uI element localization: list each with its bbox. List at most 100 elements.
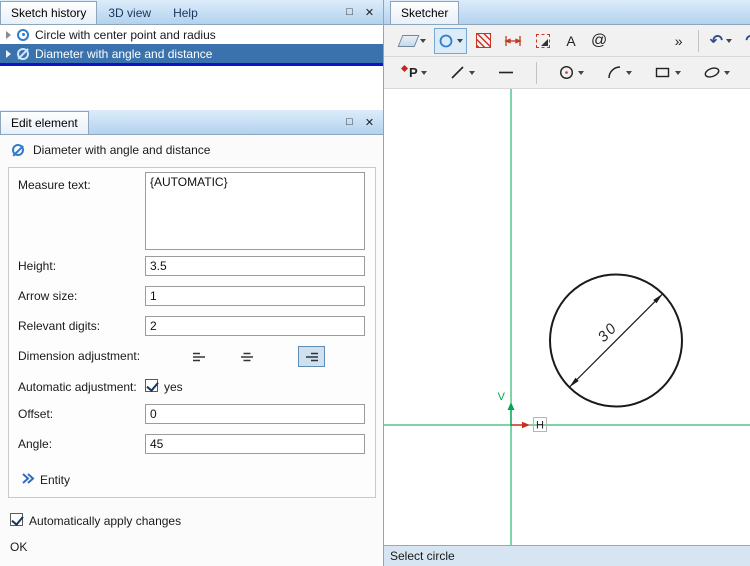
tab-edit-element[interactable]: Edit element	[0, 111, 89, 134]
automatic-adjustment-value: yes	[164, 380, 183, 394]
offset-input[interactable]	[145, 404, 365, 424]
arrow-size-input[interactable]	[145, 286, 365, 306]
entity-button[interactable]: Entity	[40, 473, 70, 487]
segment-tool-button[interactable]	[493, 60, 519, 86]
line-icon	[449, 64, 466, 81]
toolbar-separator	[536, 62, 537, 84]
hatch-icon	[476, 33, 491, 48]
insertion-indicator	[0, 63, 383, 66]
dim-adjust-left-button[interactable]	[185, 346, 212, 367]
measure-text-input[interactable]: {AUTOMATIC}	[145, 172, 365, 250]
line-tool-button[interactable]	[445, 60, 479, 86]
apply-changes-checkbox[interactable]	[10, 513, 23, 526]
workplane-icon	[398, 35, 420, 47]
toolbar-separator	[698, 30, 699, 52]
point-tool-button[interactable]: P	[398, 60, 431, 86]
frame-icon	[536, 34, 550, 48]
dropdown-arrow-icon	[469, 71, 475, 78]
tree-item-label: Circle with center point and radius	[35, 28, 216, 42]
height-input[interactable]	[145, 256, 365, 276]
status-bar: Select circle	[384, 545, 750, 566]
dim-adjust-center-button[interactable]	[233, 346, 260, 367]
workplane-tool-button[interactable]	[396, 28, 430, 54]
edit-element-header: Diameter with angle and distance	[12, 143, 210, 157]
dropdown-arrow-icon	[421, 71, 427, 78]
arc-tool-button[interactable]	[602, 60, 636, 86]
undo-icon: ↶	[710, 31, 723, 51]
expand-chevron-icon[interactable]	[6, 50, 11, 58]
overflow-chevron-icon: »	[675, 33, 683, 49]
relevant-digits-label: Relevant digits:	[18, 319, 100, 333]
dropdown-arrow-icon	[726, 39, 732, 46]
sketcher-toolbar-row2: P	[384, 57, 750, 89]
ok-button[interactable]: OK	[10, 540, 27, 554]
circle-dimension-tool-button[interactable]	[434, 28, 467, 54]
ellipse-tool-button[interactable]	[699, 60, 734, 86]
tree-item-diameter[interactable]: Diameter with angle and distance	[0, 44, 383, 63]
angle-input[interactable]	[145, 434, 365, 454]
circle-tool-button[interactable]	[554, 60, 588, 86]
arrow-size-label: Arrow size:	[18, 289, 77, 303]
maximize-icon[interactable]: □	[341, 114, 358, 130]
app-window: Sketch history 3D view Help □ ✕ Circle w…	[0, 0, 750, 566]
dropdown-arrow-icon	[578, 71, 584, 78]
dimension-tool-button[interactable]	[499, 28, 527, 54]
expand-chevron-icon[interactable]	[6, 31, 11, 39]
entity-icon	[20, 471, 35, 486]
dropdown-arrow-icon	[457, 39, 463, 46]
tab-label: 3D view	[108, 6, 151, 20]
ellipse-icon	[703, 64, 721, 81]
dim-adjust-right-button[interactable]	[298, 346, 325, 367]
point-icon: P	[402, 65, 418, 80]
close-icon[interactable]: ✕	[361, 114, 378, 130]
toolbar-overflow-button[interactable]: »	[667, 28, 691, 54]
edit-element-header-label: Diameter with angle and distance	[33, 143, 210, 157]
tab-3d-view[interactable]: 3D view	[97, 1, 162, 24]
relevant-digits-input[interactable]	[145, 316, 365, 336]
tab-help[interactable]: Help	[162, 1, 209, 24]
window-buttons: □ ✕	[341, 110, 383, 134]
height-label: Height:	[18, 259, 56, 273]
sketch-history-panel: Sketch history 3D view Help □ ✕ Circle w…	[0, 0, 383, 110]
dimension-text: 30	[595, 319, 622, 346]
tree-item-label: Diameter with angle and distance	[35, 47, 212, 61]
tab-label: Edit element	[11, 116, 78, 130]
tree-item-circle[interactable]: Circle with center point and radius	[0, 25, 383, 44]
tab-label: Help	[173, 6, 198, 20]
sketch-history-tree: Circle with center point and radius Diam…	[0, 25, 383, 110]
diameter-icon	[12, 144, 24, 156]
dropdown-arrow-icon	[724, 71, 730, 78]
diameter-dimension[interactable]: 30	[569, 294, 662, 387]
close-icon[interactable]: ✕	[361, 4, 378, 20]
sketcher-titlebar: Sketcher	[384, 0, 750, 25]
circle-icon	[438, 33, 454, 49]
align-right-icon	[304, 351, 320, 363]
tab-label: Sketch history	[11, 6, 86, 20]
automatic-adjustment-checkbox[interactable]	[145, 379, 158, 392]
dimension-icon	[503, 34, 523, 48]
tab-sketch-history[interactable]: Sketch history	[0, 1, 97, 24]
v-axis-arrowhead-icon	[508, 402, 515, 410]
detail-frame-tool-button[interactable]	[531, 28, 555, 54]
undo-button[interactable]: ↶	[706, 28, 736, 54]
tab-sketcher[interactable]: Sketcher	[390, 1, 459, 24]
horizontal-line-icon	[497, 64, 515, 81]
dropdown-arrow-icon	[420, 39, 426, 46]
rectangle-tool-button[interactable]	[650, 60, 685, 86]
dropdown-arrow-icon	[626, 71, 632, 78]
automatic-adjustment-label: Automatic adjustment:	[18, 380, 137, 394]
sketch-history-titlebar: Sketch history 3D view Help □ ✕	[0, 0, 383, 25]
text-tool-button[interactable]: A	[559, 28, 583, 54]
symbol-tool-button[interactable]: @	[587, 28, 611, 54]
maximize-icon[interactable]: □	[341, 4, 358, 20]
window-buttons: □ ✕	[341, 0, 383, 24]
dropdown-arrow-icon	[675, 71, 681, 78]
apply-changes-label: Automatically apply changes	[29, 514, 181, 528]
sketch-canvas[interactable]: V H 30	[384, 89, 750, 545]
v-axis-label: V	[498, 391, 506, 403]
edit-element-content: Diameter with angle and distance Measure…	[0, 135, 383, 566]
hatch-tool-button[interactable]	[471, 28, 495, 54]
measure-text-label: Measure text:	[18, 178, 91, 192]
redo-button[interactable]: ↷	[740, 28, 750, 54]
dimension-adjustment-label: Dimension adjustment:	[18, 349, 140, 363]
